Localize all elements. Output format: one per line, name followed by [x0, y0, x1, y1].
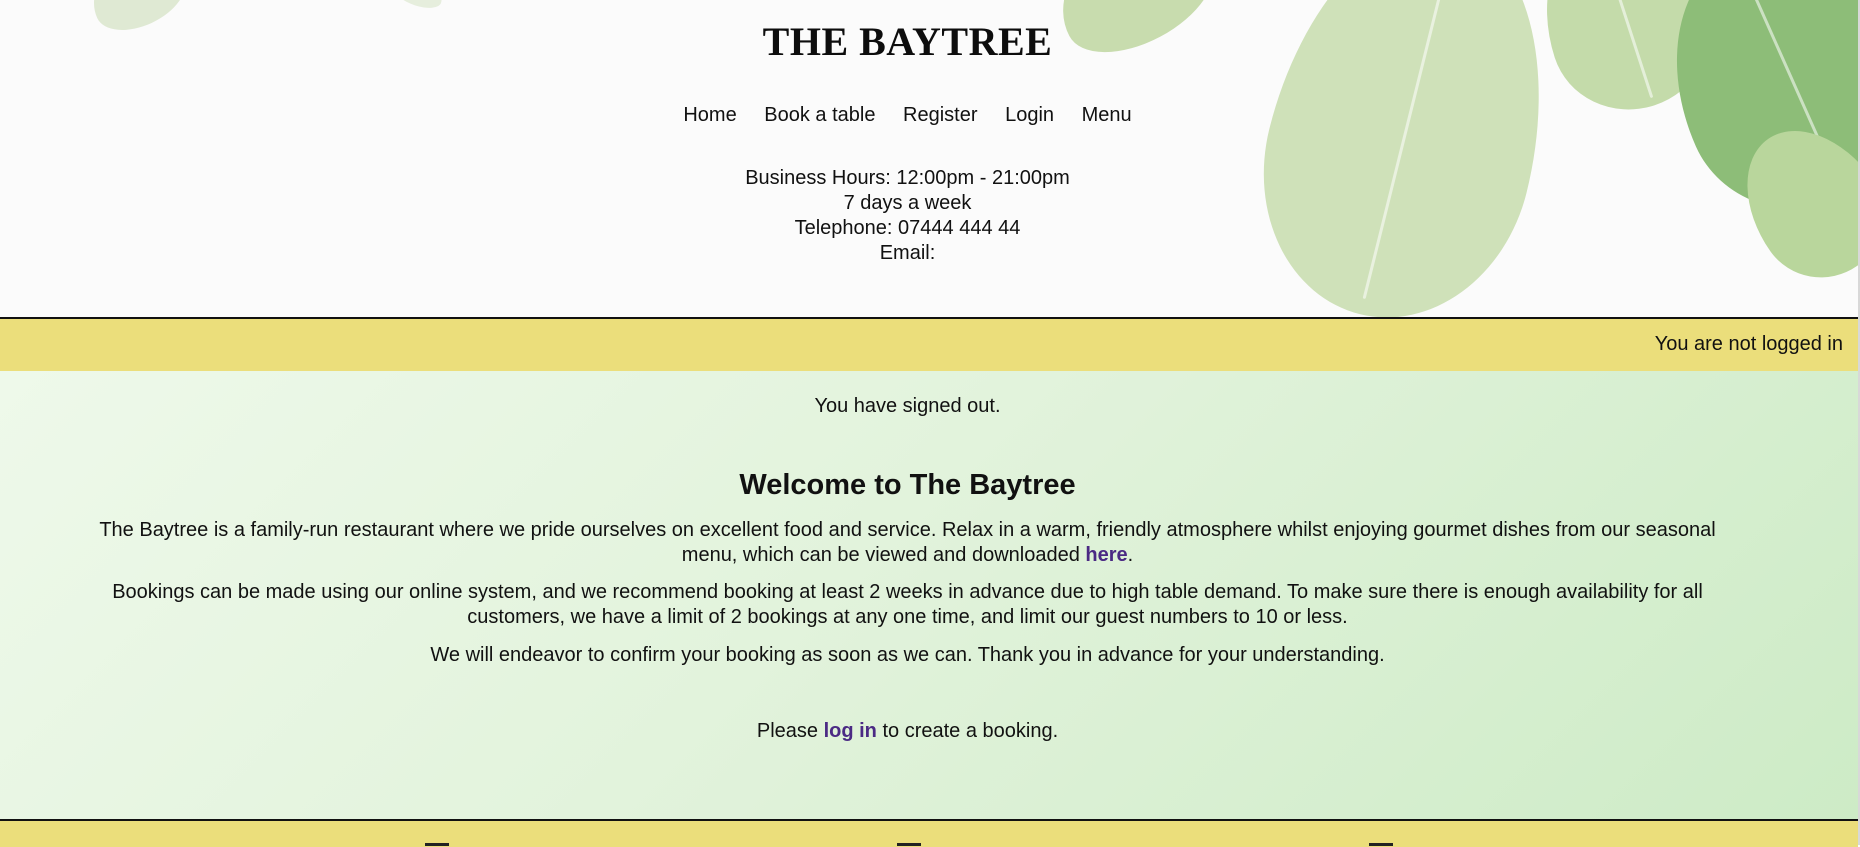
nav-menu-link[interactable]: Menu	[1082, 104, 1132, 127]
site-header: THE BAYTREE Home Book a table Register L…	[0, 0, 1860, 318]
nav-home-link[interactable]: Home	[683, 104, 736, 127]
login-prompt-suffix: to create a booking.	[876, 720, 1059, 742]
nav-book-table-link[interactable]: Book a table	[764, 104, 875, 127]
intro-paragraph-text: The Baytree is a family-run restaurant w…	[99, 519, 1716, 566]
booking-info-paragraph: Bookings can be made using our online sy…	[112, 581, 1703, 628]
intro-paragraph-end: .	[1127, 544, 1134, 566]
main-navigation: Home Book a table Register Login Menu	[0, 104, 1815, 127]
site-title: THE BAYTREE	[762, 19, 1053, 64]
nav-register-link[interactable]: Register	[903, 104, 977, 127]
welcome-heading: Welcome to The Baytree	[739, 469, 1076, 501]
business-info: Business Hours: 12:00pm - 21:00pm 7 days…	[0, 166, 1815, 266]
confirmation-paragraph: We will endeavor to confirm your booking…	[430, 644, 1385, 666]
login-prompt: Please log in to create a booking.	[0, 720, 1815, 743]
menu-download-link[interactable]: here	[1085, 544, 1127, 566]
site-footer	[0, 819, 1858, 847]
signout-message: You have signed out.	[814, 395, 1001, 417]
login-link[interactable]: log in	[824, 720, 877, 742]
business-days: 7 days a week	[843, 192, 972, 214]
telephone: Telephone: 07444 444 44	[794, 217, 1021, 239]
nav-login-link[interactable]: Login	[1005, 104, 1054, 127]
leaf-decoration-top-left-small	[392, 0, 446, 13]
login-status-bar: You are not logged in	[0, 317, 1858, 371]
login-prompt-prefix: Please	[756, 720, 824, 742]
email: Email:	[879, 242, 936, 264]
login-status-text: You are not logged in	[1654, 333, 1843, 355]
main-content: You have signed out. Welcome to The Bayt…	[0, 371, 1858, 821]
business-hours: Business Hours: 12:00pm - 21:00pm	[745, 167, 1070, 189]
intro-paragraph: The Baytree is a family-run restaurant w…	[80, 518, 1735, 568]
